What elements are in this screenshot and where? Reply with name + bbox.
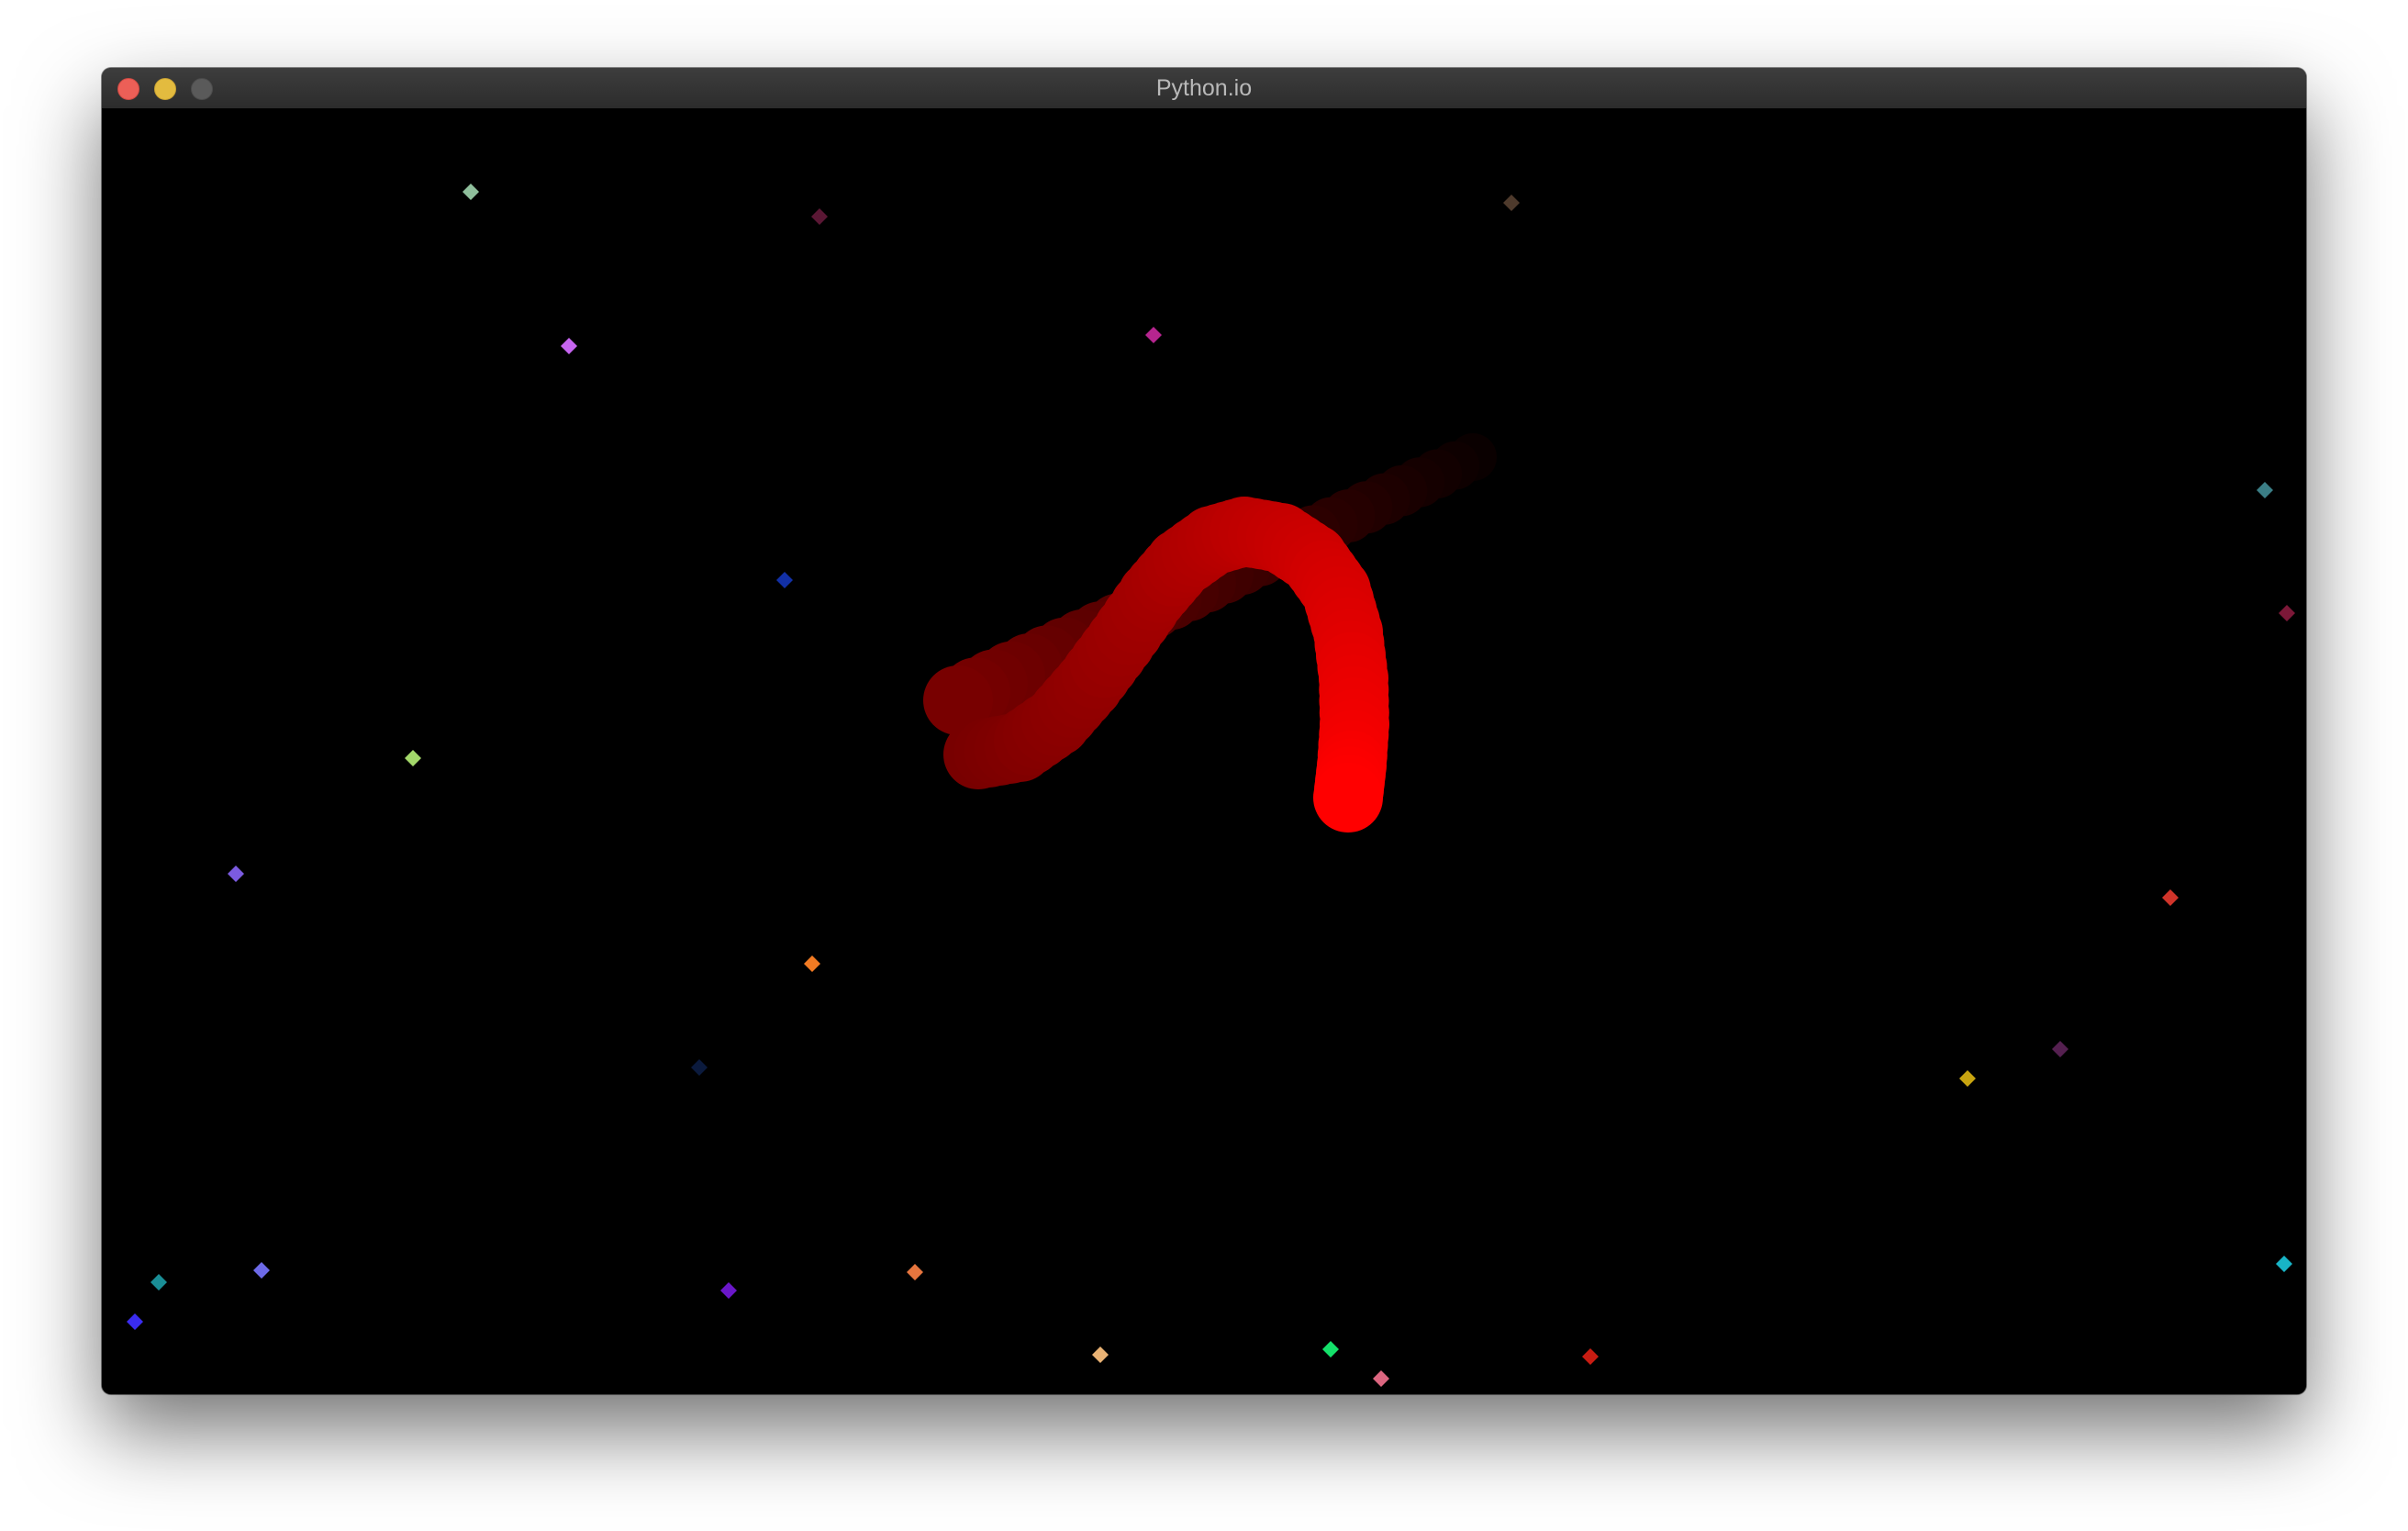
food-pellet — [1145, 327, 1162, 343]
game-window: Python.io — [102, 68, 2306, 1394]
food-pellet — [2162, 889, 2179, 906]
food-pellet — [405, 750, 421, 766]
food-pellet — [463, 184, 479, 200]
game-canvas[interactable] — [102, 108, 2306, 1394]
food-pellet — [811, 208, 828, 225]
food-pellet — [1582, 1348, 1599, 1365]
window-title: Python.io — [1155, 75, 1253, 101]
game-playfield — [127, 184, 2295, 1387]
food-pellet — [1092, 1347, 1109, 1363]
food-pellet — [228, 866, 244, 882]
title-bar[interactable]: Python.io — [102, 68, 2306, 109]
food-pellet — [150, 1274, 167, 1291]
food-pellet — [907, 1264, 923, 1280]
food-pellet — [2257, 482, 2273, 498]
food-pellet — [720, 1282, 737, 1299]
food-pellet — [561, 338, 577, 354]
food-layer — [127, 184, 2295, 1387]
food-pellet — [127, 1313, 143, 1330]
food-pellet — [2279, 605, 2295, 621]
player-snake-head — [1313, 763, 1383, 833]
food-pellet — [2276, 1256, 2292, 1272]
food-pellet — [691, 1059, 708, 1076]
food-pellet — [253, 1262, 270, 1279]
food-pellet — [1503, 195, 1520, 211]
food-pellet — [1322, 1341, 1339, 1358]
food-pellet — [776, 572, 793, 588]
food-pellet — [804, 955, 820, 972]
food-pellet — [2052, 1041, 2068, 1057]
food-pellet — [1373, 1370, 1389, 1387]
food-pellet — [1959, 1070, 1976, 1087]
